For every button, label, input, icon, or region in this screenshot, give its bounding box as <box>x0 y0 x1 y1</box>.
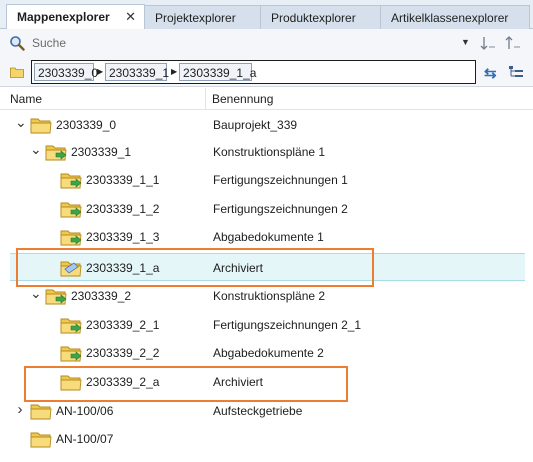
chevron-right-icon[interactable]: ▶ <box>171 67 177 76</box>
tab-label: Artikelklassenexplorer <box>391 11 509 25</box>
row-description: Abgabedokumente 1 <box>213 230 324 244</box>
folder-icon <box>30 401 52 421</box>
row-name: 2303339_2 <box>71 289 132 303</box>
column-description-header[interactable]: Benennung <box>212 92 273 106</box>
highlight-box <box>16 248 374 287</box>
tab-label: Mappenexplorer <box>17 10 110 24</box>
breadcrumb-segment[interactable]: 2303339_1 <box>105 63 169 81</box>
row-description: Fertigungszeichnungen 2_1 <box>213 318 362 332</box>
tree-row[interactable]: 2303339_1_1 Fertigungszeichnungen 1 <box>0 166 533 194</box>
sort-descending-icon[interactable] <box>504 34 522 52</box>
folder-link-icon <box>60 227 82 247</box>
folder-link-icon <box>60 343 82 363</box>
column-header: Name Benennung <box>0 88 533 110</box>
row-name: 2303339_1_2 <box>86 202 160 216</box>
tab-produktexplorer[interactable]: Produktexplorer <box>260 5 381 29</box>
folder-link-icon <box>45 286 67 306</box>
row-description: Bauprojekt_339 <box>213 118 298 132</box>
row-name: 2303339_0 <box>56 118 117 132</box>
tree-row[interactable]: 2303339_2_2 Abgabedokumente 2 <box>0 339 533 367</box>
tree-row[interactable]: ⌄ 2303339_0 Bauprojekt_339 <box>0 111 533 139</box>
tree-row[interactable]: 2303339_1_2 Fertigungszeichnungen 2 <box>0 195 533 223</box>
folder-icon <box>30 429 52 449</box>
folder-link-icon <box>60 315 82 335</box>
row-description: Fertigungszeichnungen 1 <box>213 173 348 187</box>
row-name: AN-100/07 <box>56 432 114 446</box>
column-divider[interactable] <box>205 88 206 109</box>
row-description: Konstruktionspläne 2 <box>213 289 326 303</box>
folder-link-icon <box>60 170 82 190</box>
chevron-down-icon[interactable]: ⌄ <box>30 285 42 302</box>
tab-projektexplorer[interactable]: Projektexplorer <box>144 5 261 29</box>
tab-artikelklassenexplorer[interactable]: Artikelklassenexplorer <box>380 5 530 29</box>
search-bar[interactable]: Suche ▼ <box>0 29 533 57</box>
row-description: Abgabedokumente 2 <box>213 346 324 360</box>
row-name: 2303339_2_1 <box>86 318 160 332</box>
sync-icon[interactable]: ⇆ <box>484 64 497 82</box>
tree-row[interactable]: 2303339_1_3 Abgabedokumente 1 <box>0 223 533 251</box>
folder-link-icon <box>45 142 67 162</box>
close-icon[interactable]: ✕ <box>125 9 136 25</box>
highlight-box <box>24 366 348 402</box>
row-name: AN-100/06 <box>56 404 114 418</box>
breadcrumb[interactable]: 2303339_0 ▶ 2303339_1 ▶ 2303339_1_a <box>31 60 476 84</box>
search-input[interactable]: Suche <box>32 36 66 50</box>
tree-row[interactable]: AN-100/07 <box>0 425 533 453</box>
search-icon <box>9 35 25 51</box>
tab-mappenexplorer[interactable]: Mappenexplorer ✕ <box>6 4 145 29</box>
tree-row[interactable]: ⌄ 2303339_1 Konstruktionspläne 1 <box>0 138 533 166</box>
row-name: 2303339_1_1 <box>86 173 160 187</box>
column-name-header[interactable]: Name <box>10 92 42 106</box>
tab-label: Produktexplorer <box>271 11 356 25</box>
row-name: 2303339_1 <box>71 145 132 159</box>
breadcrumb-segment[interactable]: 2303339_0 <box>34 63 98 81</box>
path-bar: 2303339_0 ▶ 2303339_1 ▶ 2303339_1_a ⇆ <box>0 57 533 87</box>
row-description: Fertigungszeichnungen 2 <box>213 202 348 216</box>
folder-icon <box>10 66 24 81</box>
tab-bar: Mappenexplorer ✕ Projektexplorer Produkt… <box>0 0 533 29</box>
folder-link-icon <box>60 199 82 219</box>
tree-view-icon[interactable] <box>508 65 524 79</box>
tree-row[interactable]: 2303339_2_1 Fertigungszeichnungen 2_1 <box>0 311 533 339</box>
folder-icon <box>30 115 52 135</box>
chevron-down-icon[interactable]: ⌄ <box>30 141 42 158</box>
breadcrumb-segment[interactable]: 2303339_1_a <box>179 63 256 81</box>
row-description: Konstruktionspläne 1 <box>213 145 326 159</box>
chevron-right-icon[interactable]: › <box>15 401 25 418</box>
row-description: Aufsteckgetriebe <box>213 404 303 418</box>
row-name: 2303339_2_2 <box>86 346 160 360</box>
tab-label: Projektexplorer <box>155 11 236 25</box>
sort-ascending-icon[interactable] <box>479 34 497 52</box>
chevron-right-icon[interactable]: ▶ <box>97 67 103 76</box>
chevron-down-icon[interactable]: ▼ <box>461 37 470 47</box>
chevron-down-icon[interactable]: ⌄ <box>15 114 27 131</box>
row-name: 2303339_1_3 <box>86 230 160 244</box>
